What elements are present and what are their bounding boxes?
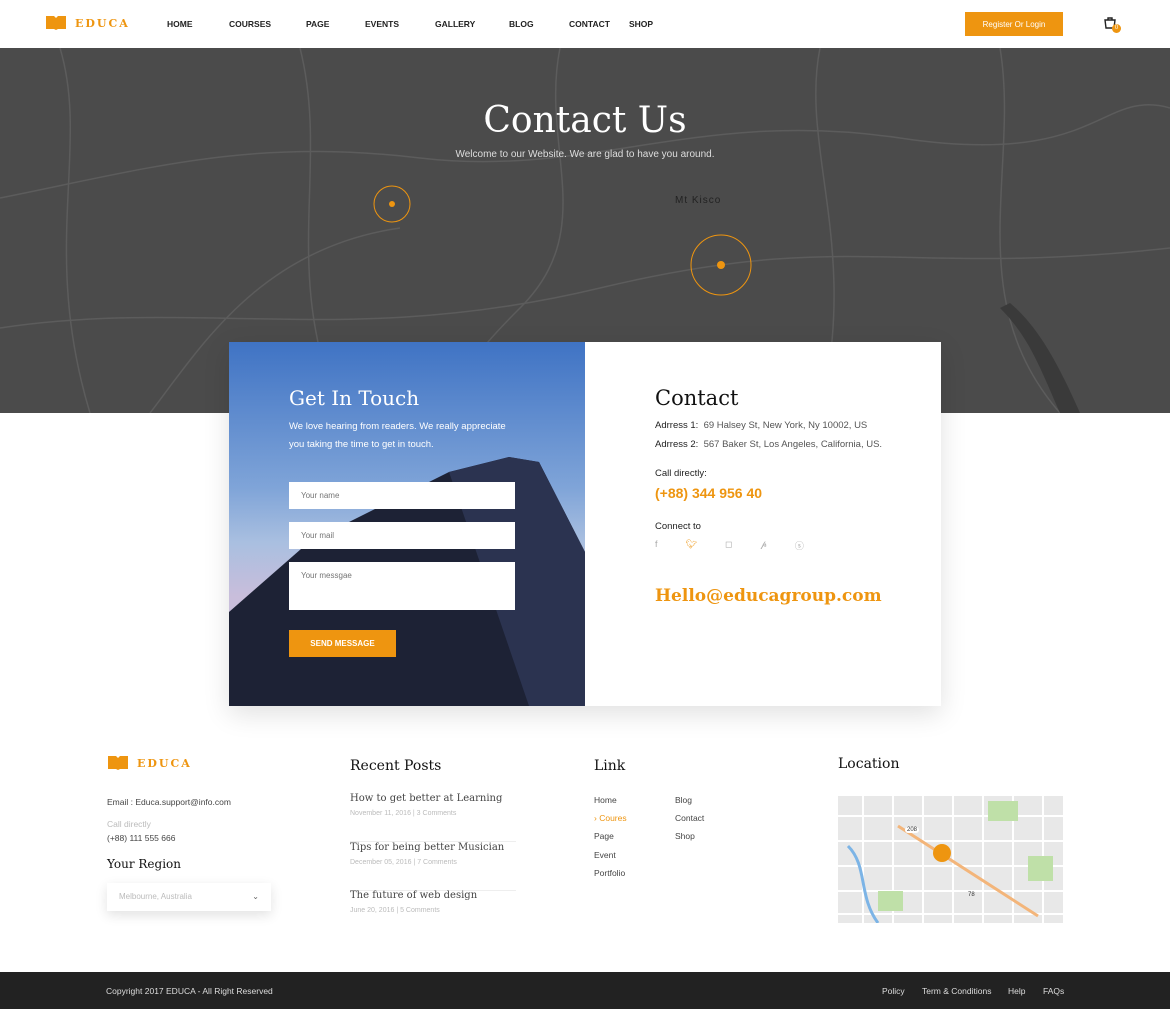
nav-shop[interactable]: SHOP bbox=[629, 19, 653, 29]
page-subtitle: Welcome to our Website. We are glad to h… bbox=[455, 149, 715, 160]
footer-link-page[interactable]: Page bbox=[594, 831, 614, 841]
mail-input[interactable] bbox=[289, 522, 515, 549]
nav-page[interactable]: PAGE bbox=[306, 19, 365, 29]
contact-phone[interactable]: (+88) 344 956 40 bbox=[655, 485, 762, 501]
footer-link-courses[interactable]: Coures bbox=[599, 813, 626, 823]
connect-label: Connect to bbox=[655, 521, 701, 532]
facebook-icon[interactable]: f bbox=[655, 539, 658, 552]
chevron-right-icon: › bbox=[594, 813, 597, 823]
recent-posts-title: Recent Posts bbox=[350, 758, 442, 774]
pinterest-icon[interactable]: 𝓅 bbox=[760, 539, 766, 552]
post-meta: November 11, 2016 | 3 Comments bbox=[350, 810, 457, 817]
address1: 69 Halsey St, New York, Ny 10002, US bbox=[703, 420, 868, 431]
main-nav: HOME COURSES PAGE EVENTS GALLERY BLOG CO… bbox=[167, 19, 653, 29]
address2-label: Adrress 2: bbox=[655, 439, 699, 450]
nav-home[interactable]: HOME bbox=[167, 19, 229, 29]
register-login-button[interactable]: Register Or Login bbox=[965, 12, 1063, 36]
nav-courses[interactable]: COURSES bbox=[229, 19, 306, 29]
cart-button[interactable]: 0 bbox=[1103, 16, 1121, 35]
contact-card: Get In Touch We love hearing from reader… bbox=[229, 342, 941, 706]
form-lead: We love hearing from readers. We really … bbox=[289, 421, 506, 450]
copyright: Copyright 2017 EDUCA - All Right Reserve… bbox=[106, 986, 273, 996]
post-meta: December 05, 2016 | 7 Comments bbox=[350, 859, 457, 866]
region-select[interactable]: Melbourne, Australia ⌄ bbox=[107, 883, 271, 911]
chevron-down-icon: ⌄ bbox=[252, 892, 259, 901]
faqs-link[interactable]: FAQs bbox=[1043, 986, 1064, 996]
contact-title: Contact bbox=[655, 386, 739, 410]
map-label: Mt Kisco bbox=[675, 195, 722, 206]
form-title: Get In Touch bbox=[289, 386, 420, 410]
link-title: Link bbox=[594, 758, 626, 774]
footer-email[interactable]: Educa.support@info.com bbox=[135, 797, 231, 807]
location-title: Location bbox=[838, 756, 900, 772]
skype-icon[interactable]: ⓢ bbox=[795, 539, 804, 552]
post-meta: June 20, 2016 | 5 Comments bbox=[350, 907, 440, 914]
post-title[interactable]: The future of web design bbox=[350, 890, 516, 901]
map-road-label: 208 bbox=[905, 827, 920, 833]
footer-call-label: Call directly bbox=[107, 819, 151, 829]
contact-email[interactable]: Hello@educagroup.com bbox=[655, 586, 882, 606]
post-title[interactable]: Tips for being better Musician bbox=[350, 842, 516, 853]
footer-logo[interactable]: EDUCA bbox=[107, 755, 192, 771]
name-input[interactable] bbox=[289, 482, 515, 509]
header: EDUCA HOME COURSES PAGE EVENTS GALLERY B… bbox=[0, 0, 1170, 48]
terms-link[interactable]: Term & Conditions bbox=[922, 986, 991, 996]
social-links: f 🐦︎ ◻ 𝓅 ⓢ bbox=[655, 539, 804, 552]
nav-events[interactable]: EVENTS bbox=[365, 19, 435, 29]
address1-label: Adrress 1: bbox=[655, 420, 699, 431]
footer-link-event[interactable]: Event bbox=[594, 850, 616, 860]
bottom-bar: Copyright 2017 EDUCA - All Right Reserve… bbox=[0, 972, 1170, 1009]
footer-phone: (+88) 111 555 666 bbox=[107, 833, 176, 843]
instagram-icon[interactable]: ◻ bbox=[725, 539, 732, 552]
message-input[interactable] bbox=[289, 562, 515, 610]
footer-logo-text: EDUCA bbox=[137, 756, 192, 770]
twitter-icon[interactable]: 🐦︎ bbox=[686, 539, 697, 552]
book-icon bbox=[108, 756, 128, 770]
call-label: Call directly: bbox=[655, 468, 707, 479]
nav-blog[interactable]: BLOG bbox=[509, 19, 569, 29]
region-title: Your Region bbox=[107, 857, 181, 871]
logo[interactable]: EDUCA bbox=[45, 15, 130, 31]
post-item[interactable]: Tips for being better Musician December 0… bbox=[350, 842, 516, 891]
footer-email-label: Email : bbox=[107, 797, 133, 807]
logo-text: EDUCA bbox=[75, 16, 130, 30]
help-link[interactable]: Help bbox=[1008, 986, 1025, 996]
footer-link-blog[interactable]: Blog bbox=[675, 795, 692, 805]
location-map[interactable]: 208 78 bbox=[838, 796, 1063, 923]
map-graphic bbox=[838, 796, 1063, 923]
post-item[interactable]: The future of web design June 20, 2016 | … bbox=[350, 890, 516, 939]
region-value: Melbourne, Australia bbox=[119, 892, 192, 901]
cart-count-badge: 0 bbox=[1112, 24, 1121, 33]
page-title: Contact Us bbox=[483, 100, 687, 141]
address2: 567 Baker St, Los Angeles, California, U… bbox=[703, 439, 883, 450]
nav-gallery[interactable]: GALLERY bbox=[435, 19, 509, 29]
book-icon bbox=[46, 16, 66, 30]
footer-link-contact[interactable]: Contact bbox=[675, 813, 704, 823]
policy-link[interactable]: Policy bbox=[882, 986, 905, 996]
contact-form-panel: Get In Touch We love hearing from reader… bbox=[229, 342, 585, 706]
send-message-button[interactable]: SEND MESSAGE bbox=[289, 630, 396, 657]
nav-contact[interactable]: CONTACT bbox=[569, 19, 629, 29]
footer-link-shop[interactable]: Shop bbox=[675, 831, 695, 841]
footer-link-home[interactable]: Home bbox=[594, 795, 617, 805]
map-road-label: 78 bbox=[968, 892, 975, 898]
post-item[interactable]: How to get better at Learning November 11… bbox=[350, 793, 516, 842]
post-title[interactable]: How to get better at Learning bbox=[350, 793, 516, 804]
footer-link-portfolio[interactable]: Portfolio bbox=[594, 868, 625, 878]
